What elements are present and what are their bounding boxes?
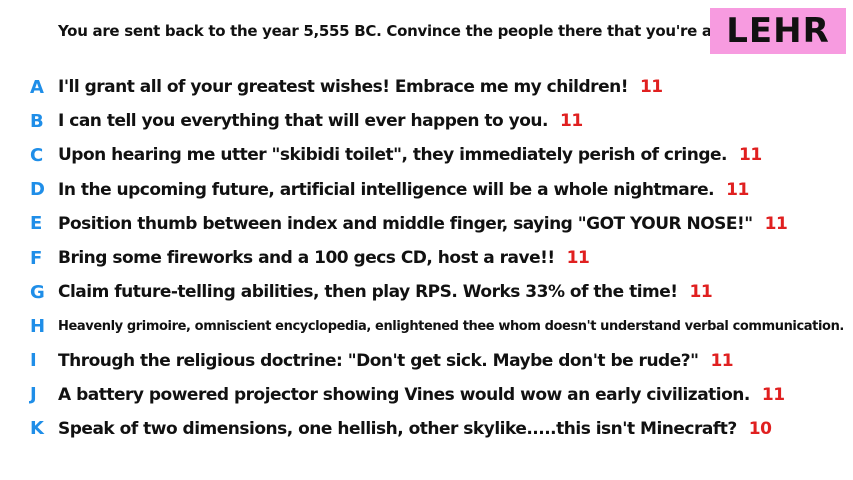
answer-text: Claim future-telling abilities, then pla…	[58, 282, 678, 303]
answer-text-wrapper: Heavenly grimoire, omniscient encycloped…	[58, 316, 853, 336]
answer-item-b: B I can tell you everything that will ev…	[0, 104, 853, 138]
answer-text-wrapper: Speak of two dimensions, one hellish, ot…	[58, 418, 772, 439]
answer-text: Upon hearing me utter "skibidi toilet", …	[58, 145, 727, 166]
answer-item-k: K Speak of two dimensions, one hellish, …	[0, 412, 853, 446]
answer-text: Position thumb between index and middle …	[58, 213, 753, 234]
answer-text: I can tell you everything that will ever…	[58, 111, 548, 132]
answer-text: Bring some fireworks and a 100 gecs CD, …	[58, 248, 555, 269]
answer-text: I'll grant all of your greatest wishes! …	[58, 77, 628, 98]
answer-text: Through the religious doctrine: "Don't g…	[58, 350, 699, 371]
answer-text-wrapper: Position thumb between index and middle …	[58, 213, 788, 234]
answer-letter: J	[30, 384, 37, 406]
answer-score: 11	[639, 77, 663, 98]
answer-item-c: C Upon hearing me utter "skibidi toilet"…	[0, 138, 853, 172]
answer-letter: D	[30, 179, 45, 201]
answer-score: 11	[710, 350, 734, 371]
answer-letter: G	[30, 281, 45, 303]
answer-score: 11	[559, 111, 583, 132]
answer-text: A battery powered projector showing Vine…	[58, 384, 750, 405]
answer-list: A I'll grant all of your greatest wishes…	[0, 70, 853, 446]
answer-letter: H	[30, 315, 46, 337]
answer-text: Speak of two dimensions, one hellish, ot…	[58, 418, 737, 439]
answer-text-wrapper: Bring some fireworks and a 100 gecs CD, …	[58, 248, 590, 269]
answer-letter: E	[30, 213, 43, 235]
answer-score: 11	[764, 213, 788, 234]
answer-item-j: J A battery powered projector showing Vi…	[0, 378, 853, 412]
player-name-badge: LEHR	[710, 8, 846, 54]
answer-text: Heavenly grimoire, omniscient encycloped…	[58, 318, 844, 334]
answer-item-e: E Position thumb between index and middl…	[0, 207, 853, 241]
answer-item-i: I Through the religious doctrine: "Don't…	[0, 344, 853, 378]
answer-score: 11	[738, 145, 762, 166]
answer-text-wrapper: Claim future-telling abilities, then pla…	[58, 282, 713, 303]
player-name: LEHR	[726, 11, 830, 51]
answer-text-wrapper: I can tell you everything that will ever…	[58, 111, 583, 131]
prompt-text: You are sent back to the year 5,555 BC. …	[58, 22, 753, 40]
answer-letter: B	[30, 110, 44, 132]
answer-letter: C	[30, 144, 44, 166]
answer-item-d: D In the upcoming future, artificial int…	[0, 173, 853, 207]
answer-score: 11	[689, 282, 713, 303]
answer-score: 11	[726, 179, 749, 200]
answer-text-wrapper: Upon hearing me utter "skibidi toilet", …	[58, 145, 762, 165]
answer-text-wrapper: In the upcoming future, artificial intel…	[58, 180, 749, 200]
answer-score: 11	[566, 248, 590, 269]
answer-item-h: H Heavenly grimoire, omniscient encyclop…	[0, 309, 853, 343]
answer-item-a: A I'll grant all of your greatest wishes…	[0, 70, 853, 104]
answer-text-wrapper: Through the religious doctrine: "Don't g…	[58, 350, 734, 371]
answer-score: 10	[748, 418, 772, 439]
answer-text-wrapper: A battery powered projector showing Vine…	[58, 385, 785, 405]
answer-letter: A	[30, 76, 44, 98]
answer-item-f: F Bring some fireworks and a 100 gecs CD…	[0, 241, 853, 275]
answer-letter: F	[30, 247, 43, 269]
answer-score: 11	[761, 384, 785, 405]
answer-letter: K	[30, 418, 44, 440]
answer-text: In the upcoming future, artificial intel…	[58, 179, 715, 200]
answer-item-g: G Claim future-telling abilities, then p…	[0, 275, 853, 309]
answer-text-wrapper: I'll grant all of your greatest wishes! …	[58, 77, 663, 97]
answer-letter: I	[30, 350, 37, 372]
